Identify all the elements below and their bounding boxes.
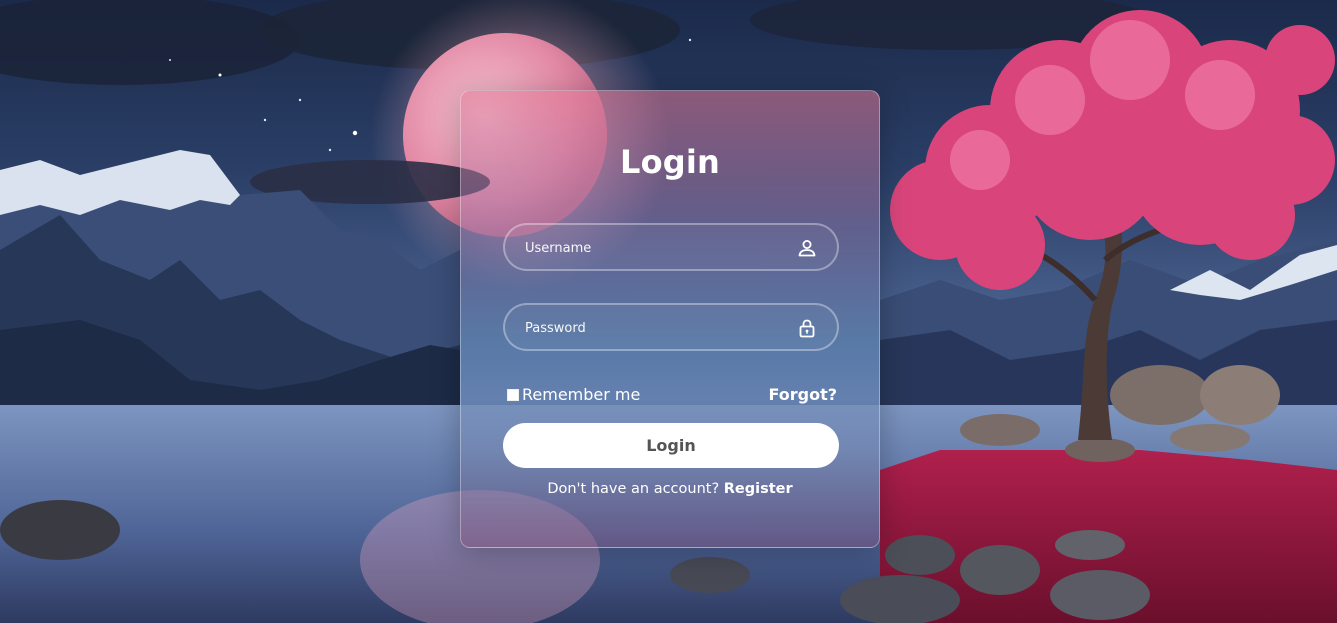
checkbox-box[interactable] — [507, 388, 519, 401]
lock-icon — [799, 319, 815, 338]
remember-me-label: Remember me — [522, 385, 641, 404]
username-input[interactable] — [523, 225, 787, 271]
register-link[interactable]: Register — [724, 481, 793, 497]
login-button[interactable]: Login — [503, 423, 839, 468]
register-prompt: Don't have an account? Register — [461, 481, 879, 497]
options-row: Remember me Forgot? — [507, 383, 837, 409]
login-title: Login — [619, 143, 721, 181]
user-icon — [798, 240, 816, 257]
password-field-wrapper[interactable] — [503, 303, 839, 351]
remember-me-checkbox[interactable]: Remember me — [507, 385, 640, 404]
password-input[interactable] — [523, 305, 787, 351]
forgot-password-link[interactable]: Forgot? — [768, 385, 837, 404]
username-field-wrapper[interactable] — [503, 223, 839, 271]
register-prompt-text: Don't have an account? — [547, 481, 720, 497]
login-card: Login Remember me Forgot? Login Don't ha… — [460, 90, 880, 548]
